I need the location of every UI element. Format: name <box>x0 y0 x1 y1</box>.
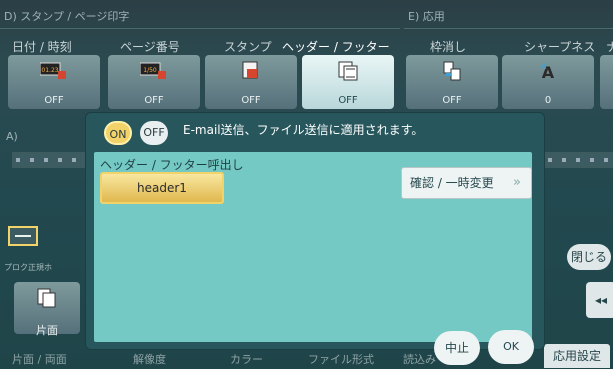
section-stamp-page-print-label: D) スタンプ / ページ印字 <box>4 10 130 23</box>
tab-more[interactable]: ナ <box>606 38 613 55</box>
date-time-value: OFF <box>44 95 64 106</box>
sharpness-icon: A A <box>541 62 555 81</box>
svg-text:1/50: 1/50 <box>143 67 157 74</box>
tab-page-number[interactable]: ページ番号 <box>120 38 180 55</box>
ok-button[interactable]: OK <box>488 330 534 364</box>
bottom-tab-simplex-duplex[interactable]: 片面 / 両面 <box>12 351 67 367</box>
confirm-change-label: 確認 / 一時変更 <box>410 176 494 190</box>
tab-date-time[interactable]: 日付 / 時刻 <box>12 38 72 55</box>
dotted-strip-right <box>544 152 613 168</box>
tab-header-footer[interactable]: ヘッダー / フッター <box>282 38 390 55</box>
header-item-button[interactable]: header1 <box>100 172 224 204</box>
date-time-tile[interactable]: 01.23 OFF <box>8 55 100 109</box>
bottom-tab-color[interactable]: カラー <box>230 351 263 367</box>
header-footer-dialog: E-mail送信、ファイル送信に適用されます。 ヘッダー / フッター呼出し h… <box>86 113 544 349</box>
section-advanced-label: E) 応用 <box>408 10 445 23</box>
frame-erase-tile[interactable]: OFF <box>406 55 498 109</box>
duplex-icon <box>37 288 56 308</box>
tab-sharpness[interactable]: シャープネス <box>524 38 595 55</box>
duplex-tile-label: 片面 <box>36 324 58 337</box>
on-toggle-button[interactable]: ON <box>104 121 132 145</box>
date-time-icon: 01.23 <box>40 62 66 79</box>
more-tile[interactable] <box>600 55 613 109</box>
bottom-tab-resolution[interactable]: 解像度 <box>133 351 166 367</box>
header-footer-value: OFF <box>338 95 358 106</box>
header-footer-icon <box>338 61 358 81</box>
toggle-line-icon[interactable] <box>8 226 38 246</box>
section-a-label: A) <box>6 130 18 143</box>
frame-erase-icon <box>443 61 461 81</box>
header-footer-tile[interactable]: OFF <box>302 55 394 109</box>
bottom-tab-scan[interactable]: 読込み <box>403 351 436 367</box>
confirm-change-button[interactable]: 確認 / 一時変更 » <box>401 167 532 199</box>
duplex-tile[interactable]: 片面 <box>14 282 80 337</box>
dialog-notice: E-mail送信、ファイル送信に適用されます。 <box>183 123 424 137</box>
frame-erase-value: OFF <box>442 95 462 106</box>
tab-frame-erase[interactable]: 枠消し <box>430 38 466 55</box>
cancel-button[interactable]: 中止 <box>434 331 480 365</box>
tab-stamp[interactable]: スタンプ <box>224 38 272 55</box>
chevron-right-icon: » <box>513 175 521 190</box>
back-arrow-button[interactable]: ◂◂ <box>586 282 613 318</box>
sharpness-value: 0 <box>544 95 552 106</box>
svg-text:01.23: 01.23 <box>41 67 58 74</box>
svg-text:A: A <box>541 62 547 71</box>
section-divider <box>404 28 613 29</box>
advanced-settings-tab[interactable]: 応用設定 <box>544 344 610 368</box>
page-number-icon: 1/50 <box>140 62 166 79</box>
dotted-strip <box>12 152 92 168</box>
dialog-section-title: ヘッダー / フッター呼出し <box>100 158 244 172</box>
off-toggle-button[interactable]: OFF <box>140 121 168 145</box>
page-number-value: OFF <box>144 95 164 106</box>
close-button[interactable]: 閉じる <box>567 244 611 270</box>
bottom-tab-file-format[interactable]: ファイル形式 <box>308 351 374 367</box>
stamp-tile[interactable]: OFF <box>205 55 297 109</box>
stamp-icon <box>242 61 258 79</box>
sharpness-tile[interactable]: A A 0 <box>502 55 594 109</box>
section-divider <box>0 28 400 29</box>
side-label: プロク正規ホ <box>4 263 52 272</box>
stamp-value: OFF <box>241 95 261 106</box>
page-number-tile[interactable]: 1/50 OFF <box>108 55 200 109</box>
